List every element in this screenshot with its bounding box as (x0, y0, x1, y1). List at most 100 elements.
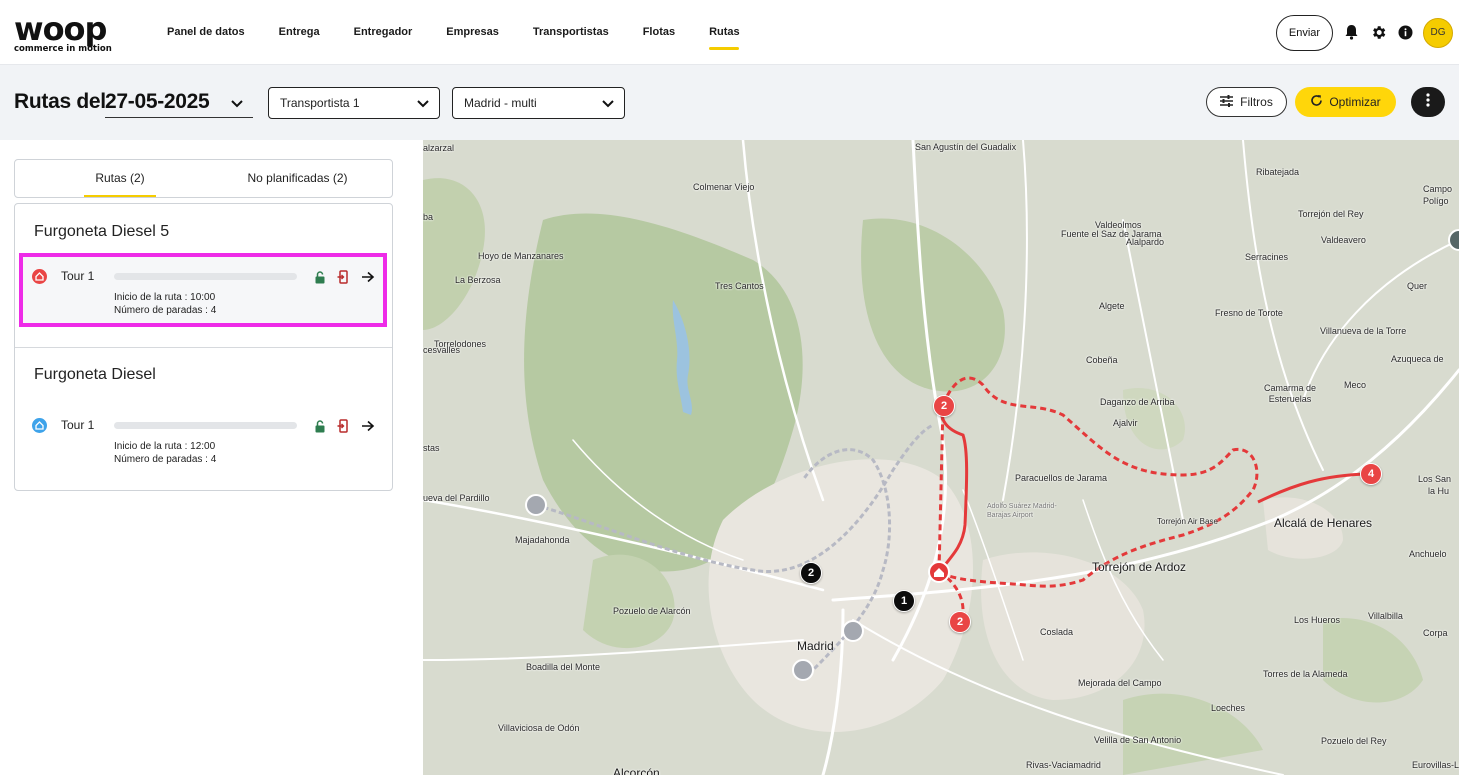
optimize-button[interactable]: Optimizar (1295, 87, 1396, 117)
sliders-icon (1220, 94, 1234, 110)
page-title: Rutas del (14, 90, 106, 113)
place-label: Adolfo Suárez Madrid-Barajas Airport (987, 503, 1057, 519)
home-icon (32, 418, 47, 433)
chevron-down-icon (417, 97, 429, 111)
unlock-icon[interactable] (313, 419, 327, 433)
place-label: Campo (1423, 184, 1453, 194)
tour-progress-bar (114, 422, 297, 429)
place-label: Polígo (1423, 196, 1449, 206)
bell-icon[interactable] (1342, 23, 1360, 41)
place-label: Velilla de San Antonio (1094, 735, 1182, 745)
place-label: la Hu (1428, 486, 1450, 496)
place-label: Serracines (1245, 252, 1289, 262)
zone-select-value: Madrid - multi (464, 96, 537, 110)
filters-button-label: Filtros (1240, 95, 1273, 109)
tour-start-time: Inicio de la ruta : 12:00 (114, 441, 216, 452)
logo-wordmark: woop (14, 10, 107, 48)
tour-info: Inicio de la ruta : 12:00 Número de para… (114, 440, 216, 466)
place-label: Algete (1099, 301, 1125, 311)
place-label: Coslada (1040, 627, 1074, 637)
place-label: Mejorada del Campo (1078, 678, 1162, 688)
place-label: Alcalá de Henares (1274, 516, 1373, 530)
send-button[interactable]: Enviar (1276, 15, 1333, 51)
date-selector[interactable]: 27-05-2025 (105, 87, 253, 118)
info-icon[interactable] (1396, 23, 1414, 41)
place-label: Anchuelo (1409, 549, 1447, 559)
more-options-button[interactable] (1411, 87, 1445, 117)
tour-stop-count: Número de paradas : 4 (114, 305, 217, 316)
nav-item-empresas[interactable]: Empresas (429, 0, 516, 65)
place-label: Azuqueca de (1391, 354, 1444, 364)
place-label: Fresno de Torote (1215, 308, 1283, 318)
place-label: Meco (1344, 380, 1367, 390)
route-map[interactable]: San Agustín del Guadalix Colmenar Viejo … (423, 140, 1459, 775)
tour-info: Inicio de la ruta : 10:00 Número de para… (114, 291, 216, 317)
nav-item-flotas[interactable]: Flotas (626, 0, 692, 65)
place-label: Daganzo de Arriba (1100, 397, 1175, 407)
route-stop-marker[interactable]: 4 (1360, 463, 1382, 485)
gear-icon[interactable] (1369, 23, 1387, 41)
routes-toolbar: Rutas del 27-05-2025 Transportista 1 Mad… (0, 65, 1459, 140)
main-nav: Panel de datos Entrega Entregador Empres… (150, 0, 757, 65)
arrow-right-icon[interactable] (361, 270, 375, 284)
refresh-icon (1310, 94, 1323, 110)
place-label: Villalbilla (1368, 611, 1403, 621)
map-base (423, 140, 1459, 775)
place-label: Loeches (1211, 703, 1246, 713)
place-label: Tres Cantos (715, 281, 764, 291)
place-label: Paracuellos de Jarama (1015, 473, 1108, 483)
unlock-icon[interactable] (313, 270, 327, 284)
place-label: Camarma de Esteruelas (1263, 383, 1317, 404)
tab-rutas[interactable]: Rutas (2) (84, 160, 156, 197)
tour-stop-count: Número de paradas : 4 (114, 454, 217, 465)
place-label: Madrid (797, 639, 834, 653)
chevron-down-icon (602, 97, 614, 111)
place-label: Ribatejada (1256, 167, 1300, 177)
home-icon (32, 269, 47, 284)
carrier-select[interactable]: Transportista 1 (268, 87, 440, 119)
place-label: Corpa (1423, 628, 1448, 638)
arrow-right-icon[interactable] (361, 419, 375, 433)
place-label: Hoyo de Manzanares (478, 251, 564, 261)
route-stop-marker[interactable]: 2 (933, 395, 955, 417)
tour-name: Tour 1 (61, 418, 95, 432)
mobile-exit-icon[interactable] (336, 270, 350, 284)
vehicle-name: Furgoneta Diesel (34, 366, 156, 383)
nav-item-entregador[interactable]: Entregador (337, 0, 430, 65)
more-vertical-icon (1426, 92, 1430, 112)
place-label: La Berzosa (455, 275, 501, 285)
tour-row[interactable]: Tour 1 Inicio de la ruta : 10:00 Número … (19, 253, 387, 327)
tour-progress-bar (114, 273, 297, 280)
nav-item-panel-de-datos[interactable]: Panel de datos (150, 0, 262, 65)
optimize-button-label: Optimizar (1329, 95, 1381, 109)
tab-no-planificadas[interactable]: No planificadas (2) (230, 160, 365, 197)
place-label: cesvalles (423, 345, 461, 355)
place-label: Torrejón de Ardoz (1092, 560, 1187, 574)
place-label: Cobeña (1086, 355, 1118, 365)
unplanned-stop-marker[interactable]: 2 (800, 562, 822, 584)
nav-item-rutas[interactable]: Rutas (692, 0, 757, 65)
top-navigation-bar: woop commerce in motion Panel de datos E… (0, 0, 1459, 65)
place-label: Ajalvir (1113, 418, 1138, 428)
place-label: San Agustín del Guadalix (915, 142, 1017, 152)
mobile-exit-icon[interactable] (336, 419, 350, 433)
place-label: Valdeavero (1321, 235, 1366, 245)
place-label: Alcorcón (613, 766, 660, 775)
place-label: Los Hueros (1294, 615, 1341, 625)
nav-item-transportistas[interactable]: Transportistas (516, 0, 626, 65)
nav-item-entrega[interactable]: Entrega (262, 0, 337, 65)
chevron-down-icon (231, 95, 243, 113)
place-label: Torres de la Alameda (1263, 669, 1348, 679)
unplanned-stop-marker[interactable]: 1 (893, 590, 915, 612)
user-avatar[interactable]: DG (1423, 18, 1453, 48)
place-label: Pozuelo del Rey (1321, 736, 1387, 746)
tour-row[interactable]: Tour 1 Inicio de la ruta : 12:00 Número … (19, 411, 387, 485)
woop-logo[interactable]: woop commerce in motion (14, 10, 124, 54)
place-label: Pozuelo de Alarcón (613, 606, 691, 616)
filters-button[interactable]: Filtros (1206, 87, 1287, 117)
route-stop-marker[interactable]: 2 (949, 611, 971, 633)
vehicle-list: Furgoneta Diesel 5 Tour 1 Inicio de la r… (14, 203, 393, 491)
place-label: Los San (1418, 474, 1452, 484)
carrier-select-value: Transportista 1 (280, 96, 360, 110)
zone-select[interactable]: Madrid - multi (452, 87, 625, 119)
